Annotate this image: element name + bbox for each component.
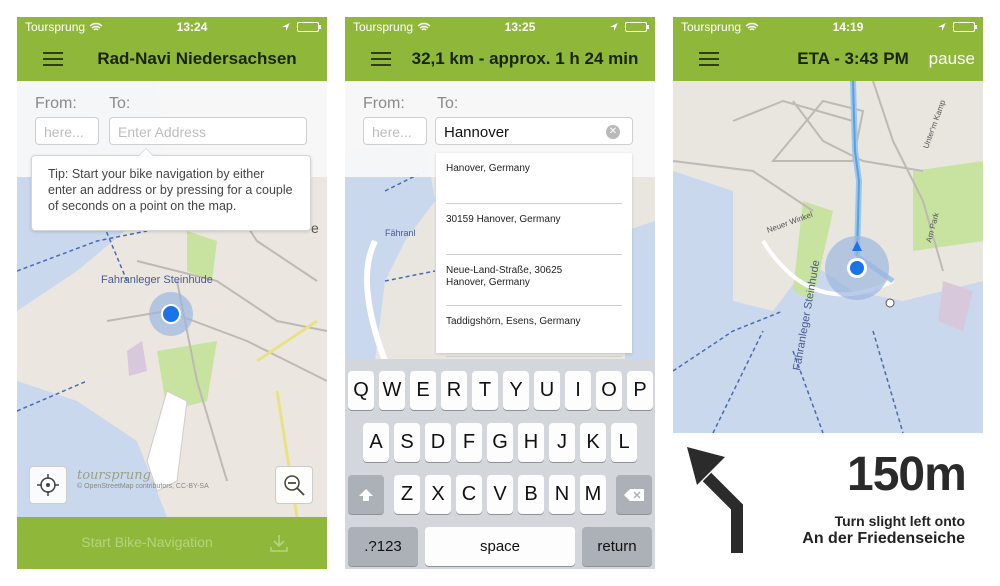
clock: 13:24 <box>176 20 208 34</box>
status-bar: Toursprung 13:25 <box>345 17 655 37</box>
suggestion-item[interactable]: Neue-Land-Straße, 30625 Hanover, Germany <box>446 255 622 306</box>
map-view[interactable]: Fähranleger Steinhude Neuer Winkel Unter… <box>673 81 983 433</box>
zoom-out-button[interactable] <box>275 466 313 504</box>
backspace-icon <box>624 488 644 501</box>
nav-bar: Rad-Navi Niedersachsen <box>17 37 327 81</box>
carrier-label: Toursprung <box>25 20 86 34</box>
return-key[interactable]: return <box>582 527 652 566</box>
svg-text:e: e <box>311 220 319 236</box>
from-label: From: <box>35 95 77 112</box>
pause-button[interactable]: pause <box>929 49 975 69</box>
clock: 14:19 <box>832 20 864 34</box>
suggestion-item[interactable]: Hanover, Germany <box>446 153 622 204</box>
key[interactable]: Y <box>503 371 529 410</box>
key[interactable]: C <box>456 475 482 514</box>
key[interactable]: E <box>410 371 436 410</box>
zoom-out-icon <box>284 475 305 496</box>
carrier-label: Toursprung <box>681 20 742 34</box>
shift-icon <box>359 488 373 501</box>
suggestion-item[interactable]: 30159 Hanover, Germany <box>446 204 622 255</box>
key[interactable]: K <box>580 423 606 462</box>
wifi-icon <box>417 22 431 31</box>
suggestion-list: Hanover, Germany 30159 Hanover, Germany … <box>436 153 632 357</box>
space-key[interactable]: space <box>425 527 575 566</box>
street-name: An der Friedenseiche <box>802 530 965 547</box>
wifi-icon <box>89 22 103 31</box>
key[interactable]: V <box>487 475 513 514</box>
tip-popover: Tip: Start your bike navigation by eithe… <box>31 148 311 231</box>
download-icon[interactable] <box>269 533 289 553</box>
menu-icon[interactable] <box>699 52 719 66</box>
locate-button[interactable] <box>29 466 67 504</box>
from-label: From: <box>363 95 405 112</box>
key[interactable]: P <box>627 371 653 410</box>
suggestion-item[interactable]: Taddigshörn, Esens, Germany <box>446 306 622 357</box>
locate-icon <box>37 474 59 496</box>
key[interactable]: F <box>456 423 482 462</box>
nav-bar: 32,1 km - approx. 1 h 24 min <box>345 37 655 81</box>
to-field-value: Hannover <box>444 124 510 141</box>
nav-bar: ETA - 3:43 PM pause <box>673 37 983 81</box>
location-arrow-icon <box>610 23 618 31</box>
shift-key[interactable] <box>348 475 384 514</box>
map-label: Fähranl <box>385 228 416 238</box>
key[interactable]: O <box>596 371 622 410</box>
to-field[interactable]: Enter Address <box>109 117 307 145</box>
battery-icon <box>625 22 649 32</box>
key[interactable]: U <box>534 371 560 410</box>
page-title: Rad-Navi Niedersachsen <box>97 49 297 68</box>
clock: 13:25 <box>504 20 536 34</box>
carrier-label: Toursprung <box>353 20 414 34</box>
battery-icon <box>297 22 321 32</box>
to-label: To: <box>109 95 131 112</box>
key[interactable]: D <box>425 423 451 462</box>
key[interactable]: Z <box>394 475 420 514</box>
delete-key[interactable] <box>616 475 652 514</box>
key[interactable]: I <box>565 371 591 410</box>
key[interactable]: H <box>518 423 544 462</box>
key[interactable]: T <box>472 371 498 410</box>
toursprung-logo: toursprung <box>77 468 151 483</box>
bottom-bar: Start Bike-Navigation <box>17 517 327 569</box>
location-arrow-icon <box>938 23 946 31</box>
key[interactable]: B <box>518 475 544 514</box>
from-field[interactable]: here... <box>35 117 99 145</box>
battery-icon <box>953 22 977 32</box>
map-attribution: © OpenStreetMap contributors, CC-BY-SA <box>77 483 209 490</box>
turn-distance: 150m <box>847 448 967 501</box>
key[interactable]: X <box>425 475 451 514</box>
screen-search: Fähranl From: To: here... Hannover ✕ Han… <box>345 17 655 569</box>
key[interactable]: G <box>487 423 513 462</box>
keyboard: QWERTYUIOP ASDFGHJKL ZXCVBNM .?123 space r… <box>345 359 655 569</box>
to-label: To: <box>437 95 459 112</box>
from-field[interactable]: here... <box>363 117 427 145</box>
to-field[interactable]: Hannover ✕ <box>435 117 633 145</box>
wifi-icon <box>745 22 759 31</box>
status-bar: Toursprung 13:24 <box>17 17 327 37</box>
key[interactable]: Q <box>348 371 374 410</box>
key[interactable]: L <box>611 423 637 462</box>
menu-icon[interactable] <box>371 52 391 66</box>
start-navigation-button[interactable]: Start Bike-Navigation <box>17 534 277 550</box>
key[interactable]: N <box>549 475 575 514</box>
key[interactable]: A <box>363 423 389 462</box>
key[interactable]: W <box>379 371 405 410</box>
turn-slight-left-icon <box>687 447 743 553</box>
key[interactable]: M <box>580 475 606 514</box>
screen-start: Fahranleger Steinhude e From: To: here..… <box>17 17 327 569</box>
page-title: 32,1 km - approx. 1 h 24 min <box>411 49 639 68</box>
instruction-text: Turn slight left onto <box>834 513 965 529</box>
location-arrow-icon <box>282 23 290 31</box>
numbers-key[interactable]: .?123 <box>348 527 418 566</box>
clear-icon[interactable]: ✕ <box>606 125 620 139</box>
menu-icon[interactable] <box>43 52 63 66</box>
key[interactable]: R <box>441 371 467 410</box>
map-label: Fahranleger Steinhude <box>101 274 213 286</box>
status-bar: Toursprung 14:19 <box>673 17 983 37</box>
key[interactable]: S <box>394 423 420 462</box>
screen-navigation: Fähranleger Steinhude Neuer Winkel Unter… <box>673 17 983 569</box>
key[interactable]: J <box>549 423 575 462</box>
